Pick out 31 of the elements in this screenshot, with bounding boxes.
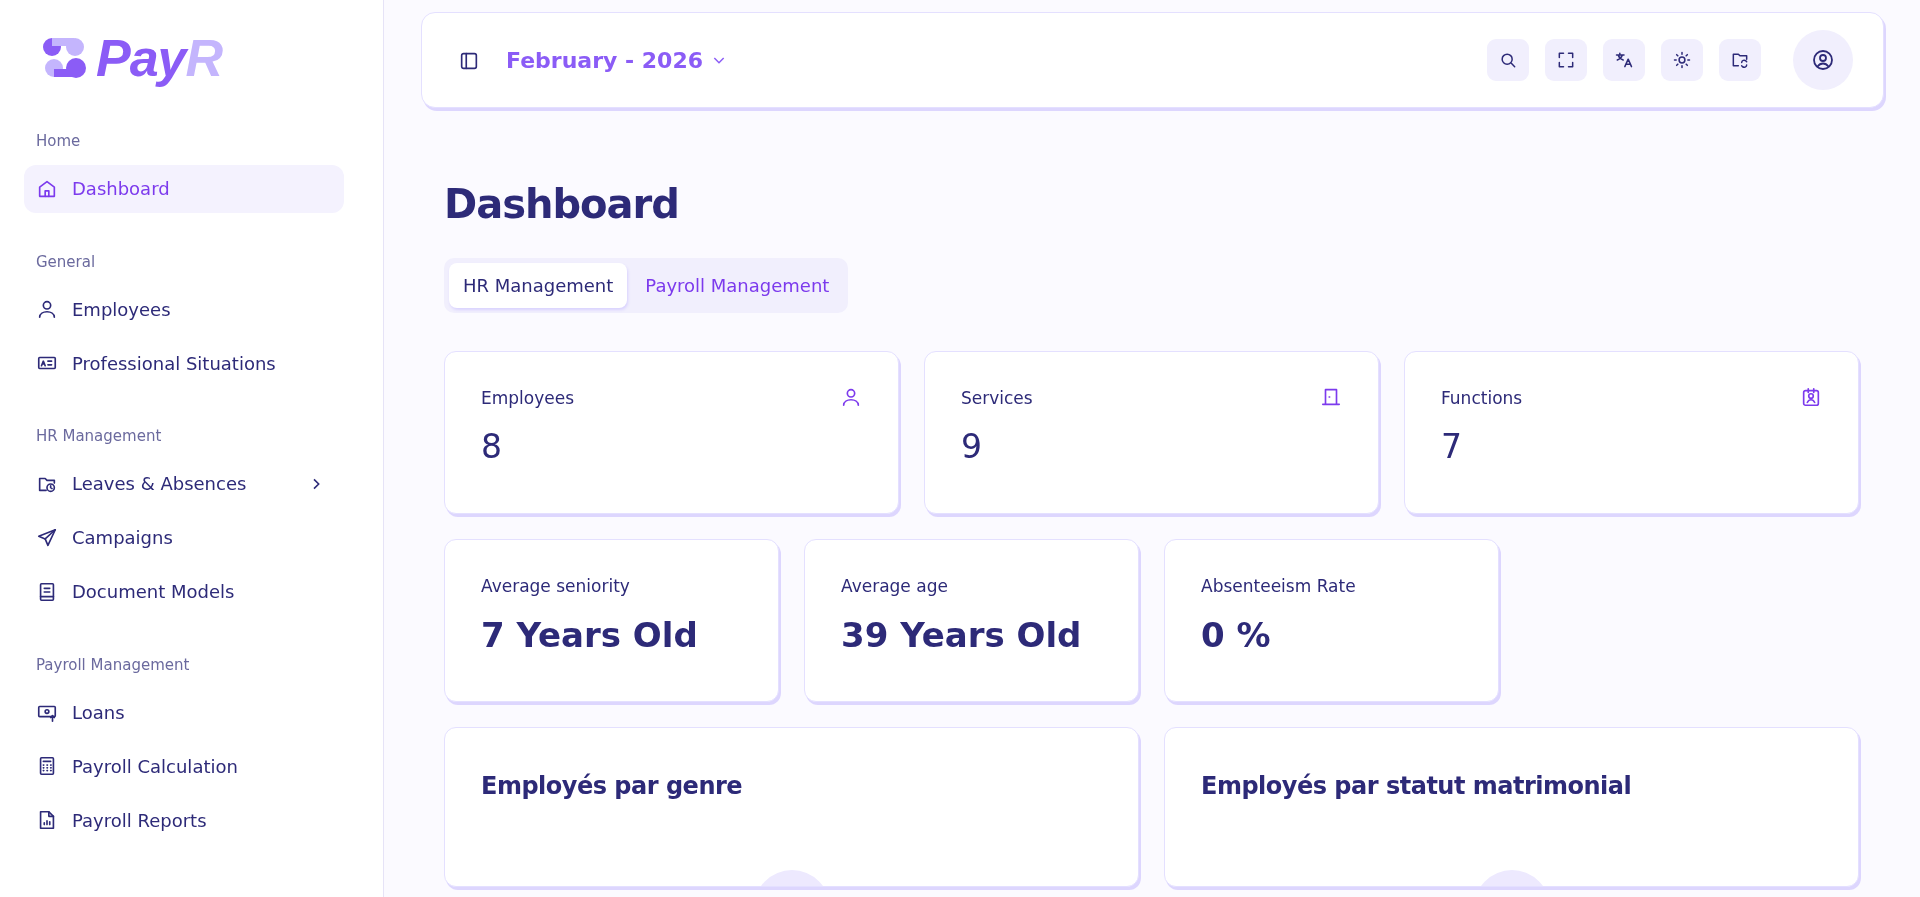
stat-label: Services	[961, 387, 1033, 410]
section-label: Payroll Management	[35, 654, 191, 676]
stat-value: 8	[481, 425, 503, 468]
stat-value: 9	[961, 425, 983, 468]
stat-value: 7 Years Old	[481, 613, 699, 657]
period-dropdown[interactable]: February - 2026	[500, 42, 734, 78]
sidebar-item[interactable]: Leaves & Absences	[24, 459, 344, 508]
stat-value: 0 %	[1201, 613, 1272, 657]
sidebar-item[interactable]: Payroll Calculation	[24, 742, 344, 790]
tab[interactable]: HR Management	[449, 263, 628, 308]
sidebar-item[interactable]: Dashboard	[24, 164, 344, 213]
stat-label: Absenteeism Rate	[1201, 575, 1356, 598]
stat-label: Functions	[1441, 387, 1523, 410]
stat-value: 39 Years Old	[841, 613, 1083, 657]
stat-value: 7	[1441, 425, 1463, 468]
chart-title: Employés par genre	[481, 771, 744, 802]
stat-label: Average age	[841, 575, 948, 598]
stat-label: Employees	[481, 387, 575, 410]
section-label: Home	[35, 131, 82, 152]
sidebar-item[interactable]: Campaigns	[24, 513, 344, 562]
sidebar-item[interactable]: Payroll Reports	[24, 796, 344, 844]
chart-title: Employés par statut matrimonial	[1201, 771, 1633, 802]
sidebar-item[interactable]: Loans	[24, 688, 344, 736]
sidebar-item[interactable]: Professional Situations	[24, 339, 344, 387]
page-title: Dashboard	[444, 180, 680, 228]
stat-label: Average seniority	[481, 575, 630, 598]
sidebar-item[interactable]: Employees	[24, 285, 344, 333]
sidebar-item[interactable]: Document Models	[24, 567, 344, 616]
tab[interactable]: Payroll Management	[631, 263, 844, 308]
section-label: HR Management	[35, 426, 163, 447]
section-label: General	[35, 251, 97, 273]
